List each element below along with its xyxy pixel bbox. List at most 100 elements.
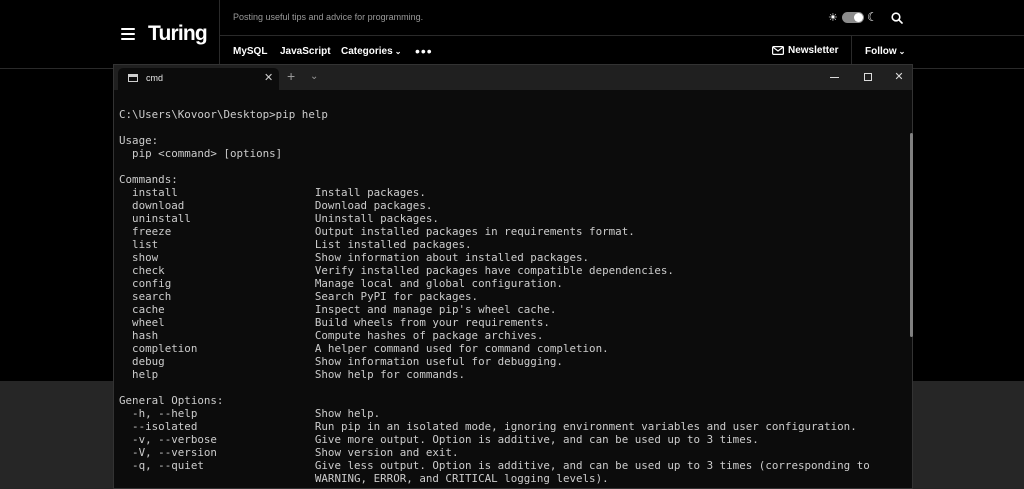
tab-cmd[interactable]: cmd ✕ <box>118 68 279 90</box>
command-row-description: Inspect and manage pip's wheel cache. <box>314 303 557 316</box>
nav-categories-label: Categories <box>341 46 393 57</box>
command-row: wheel Build wheels from your requirement… <box>119 316 870 329</box>
option-row-description: WARNING, ERROR, and CRITICAL logging lev… <box>314 472 609 485</box>
option-row-name <box>119 472 315 485</box>
console-output[interactable]: C:\Users\Kovoor\Desktop>pip help Usage: … <box>119 108 870 485</box>
site-logo[interactable]: Turing <box>148 22 208 46</box>
usage-heading: Usage: <box>119 134 159 147</box>
option-row-name: -v, --verbose <box>119 433 315 446</box>
theme-toggle[interactable]: ☀ ☾ <box>828 11 878 25</box>
command-row-name: install <box>119 186 315 199</box>
toggle-track <box>842 12 864 23</box>
chevron-down-icon: ⌄ <box>394 47 402 56</box>
sun-icon: ☀ <box>828 12 838 24</box>
command-row-description: Compute hashes of package archives. <box>314 329 544 342</box>
chevron-down-icon[interactable]: ⌄ <box>310 71 318 82</box>
command-row-name: freeze <box>119 225 315 238</box>
option-row-name: -q, --quiet <box>119 459 315 472</box>
nav-mysql[interactable]: MySQL <box>233 46 267 57</box>
more-icon[interactable]: ••• <box>415 43 433 59</box>
command-row-description: Uninstall packages. <box>314 212 439 225</box>
command-row: check Verify installed packages have com… <box>119 264 870 277</box>
command-row-description: Install packages. <box>314 186 426 199</box>
option-row-name: -h, --help <box>119 407 315 420</box>
command-row: search Search PyPI for packages. <box>119 290 870 303</box>
newsletter-label: Newsletter <box>788 45 839 56</box>
command-row-name: config <box>119 277 315 290</box>
command-row-description: Show information about installed package… <box>314 251 590 264</box>
minimize-icon <box>829 76 839 78</box>
command-row: install Install packages. <box>119 186 870 199</box>
follow-label: Follow <box>865 46 897 57</box>
command-row: cache Inspect and manage pip's wheel cac… <box>119 303 870 316</box>
nav-javascript[interactable]: JavaScript <box>280 46 331 57</box>
command-row-description: Show help for commands. <box>314 368 466 381</box>
option-row: -v, --verbose Give more output. Option i… <box>119 433 870 446</box>
command-row: list List installed packages. <box>119 238 870 251</box>
close-icon: ✕ <box>894 71 904 83</box>
header-divider <box>220 35 1024 36</box>
maximize-button[interactable] <box>851 65 885 90</box>
option-row-name: -V, --version <box>119 446 315 459</box>
command-row-description: Manage local and global configuration. <box>314 277 563 290</box>
command-row: completion A helper command used for com… <box>119 342 870 355</box>
command-row: download Download packages. <box>119 199 870 212</box>
command-row-name: hash <box>119 329 315 342</box>
terminal-window[interactable]: cmd ✕ + ⌄ ✕ C:\Users\Kovoor\Desktop>pip … <box>113 64 913 489</box>
toggle-knob <box>854 13 863 22</box>
close-window-button[interactable]: ✕ <box>882 65 916 90</box>
minimize-button[interactable] <box>817 65 851 90</box>
site-tagline: Posting useful tips and advice for progr… <box>233 12 424 22</box>
command-row-name: show <box>119 251 315 264</box>
maximize-icon <box>864 73 872 82</box>
command-row: help Show help for commands. <box>119 368 870 381</box>
command-row-description: Verify installed packages have compatibl… <box>314 264 674 277</box>
command-row: uninstall Uninstall packages. <box>119 212 870 225</box>
command-row-description: Output installed packages in requirement… <box>314 225 635 238</box>
chevron-down-icon: ⌄ <box>898 47 906 56</box>
command-row-description: Show information useful for debugging. <box>314 355 563 368</box>
search-icon[interactable] <box>891 12 903 24</box>
command-row-name: help <box>119 368 315 381</box>
option-row: -h, --help Show help. <box>119 407 870 420</box>
command-row-description: A helper command used for command comple… <box>314 342 609 355</box>
hamburger-icon[interactable] <box>121 28 135 40</box>
new-tab-icon[interactable]: + <box>287 69 295 83</box>
command-row-name: download <box>119 199 315 212</box>
command-row-name: list <box>119 238 315 251</box>
follow-button[interactable]: Follow ⌄ <box>865 46 905 57</box>
command-row: show Show information about installed pa… <box>119 251 870 264</box>
option-row-description: Give more output. Option is additive, an… <box>314 433 759 446</box>
command-row-name: uninstall <box>119 212 315 225</box>
brand-column: Turing <box>0 0 220 68</box>
option-row-name: --isolated <box>119 420 315 433</box>
usage-line: pip <command> [options] <box>119 147 283 160</box>
mail-icon <box>772 46 784 55</box>
prompt-line: C:\Users\Kovoor\Desktop>pip help <box>119 108 328 121</box>
terminal-icon <box>128 74 138 82</box>
newsletter-button[interactable]: Newsletter <box>772 45 839 56</box>
scrollbar[interactable] <box>910 133 913 337</box>
option-row: WARNING, ERROR, and CRITICAL logging lev… <box>119 472 870 485</box>
option-row-description: Run pip in an isolated mode, ignoring en… <box>314 420 857 433</box>
tab-label: cmd <box>146 73 164 83</box>
command-row-name: wheel <box>119 316 315 329</box>
command-row-name: search <box>119 290 315 303</box>
command-row: freeze Output installed packages in requ… <box>119 225 870 238</box>
command-row-description: Search PyPI for packages. <box>314 290 479 303</box>
command-row-name: check <box>119 264 315 277</box>
option-row-description: Show help. <box>314 407 381 420</box>
option-row-description: Give less output. Option is additive, an… <box>314 459 870 472</box>
nav-categories[interactable]: Categories ⌄ <box>341 46 401 57</box>
options-heading: General Options: <box>119 394 224 407</box>
commands-heading: Commands: <box>119 173 178 186</box>
command-row-name: cache <box>119 303 315 316</box>
command-row-name: completion <box>119 342 315 355</box>
site-header: Turing Posting useful tips and advice fo… <box>0 0 1024 69</box>
close-tab-icon[interactable]: ✕ <box>264 71 273 84</box>
terminal-titlebar[interactable]: cmd ✕ + ⌄ ✕ <box>114 65 912 90</box>
option-row: --isolated Run pip in an isolated mode, … <box>119 420 870 433</box>
